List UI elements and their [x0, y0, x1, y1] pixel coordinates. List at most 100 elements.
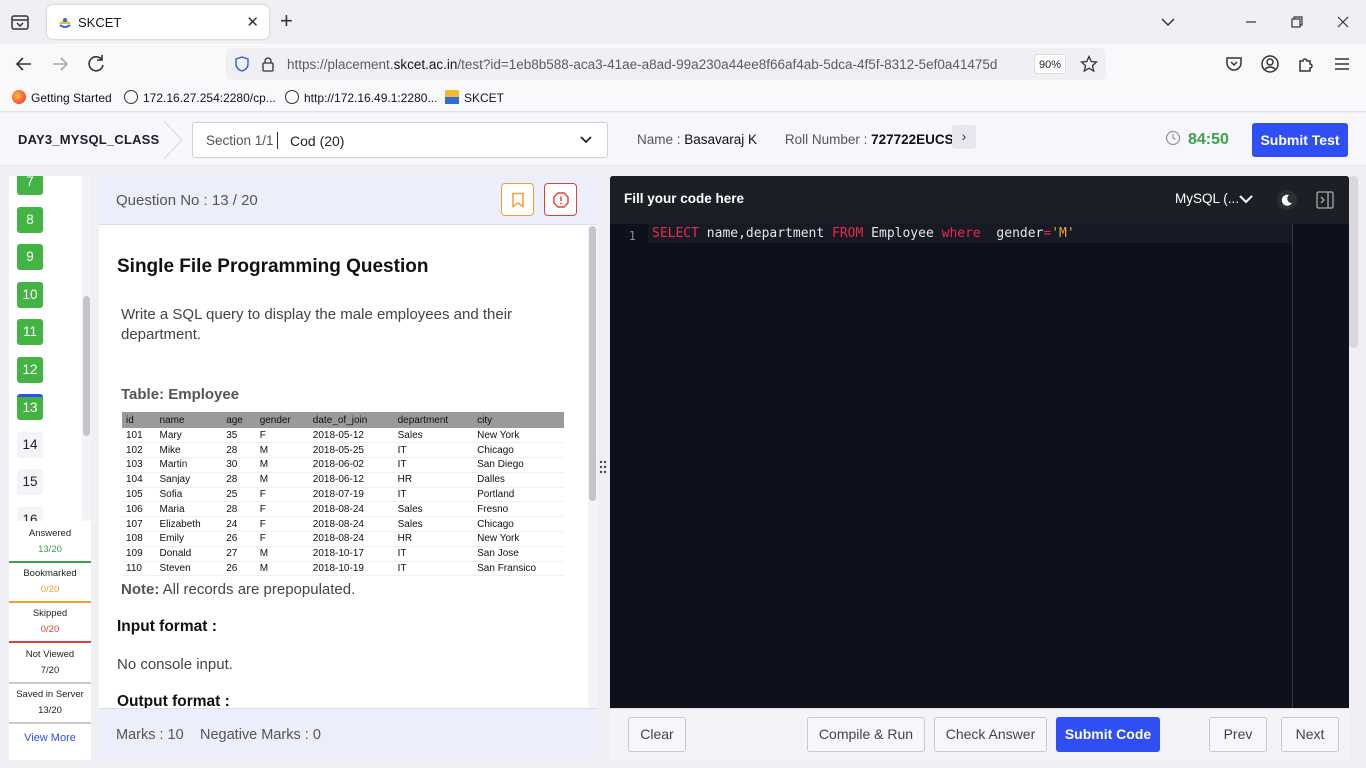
- table-cell: Portland: [473, 487, 564, 503]
- question-button-13[interactable]: 13: [17, 394, 43, 420]
- table-cell: Steven: [155, 561, 223, 577]
- code-token: where: [941, 226, 981, 241]
- table-cell: Sales: [393, 428, 474, 444]
- list-all-tabs-icon[interactable]: [1160, 14, 1176, 30]
- question-navigator: 7 8 9 10 11 12 13 14 15 16 Answered 13/20 Bookmarke…: [9, 176, 91, 760]
- table-cell: New York: [473, 428, 564, 444]
- question-list-scrollbar[interactable]: [82, 176, 91, 521]
- restore-icon[interactable]: [1289, 14, 1305, 30]
- table-cell: 35: [222, 428, 256, 444]
- view-more-link[interactable]: View More: [9, 732, 91, 744]
- table-cell: 26: [222, 561, 256, 577]
- table-cell: San Fransico: [473, 561, 564, 577]
- table-cell: M: [255, 472, 309, 488]
- question-button-14[interactable]: 14: [17, 432, 43, 458]
- tab-list-icon[interactable]: [10, 12, 30, 32]
- clear-button[interactable]: Clear: [628, 717, 686, 752]
- browser-nav-bar: https://placement.skcet.ac.in/test?id=1e…: [0, 44, 1366, 84]
- report-issue-button[interactable]: [544, 183, 577, 216]
- question-button-12[interactable]: 12: [17, 357, 43, 383]
- table-header-cell: city: [473, 412, 564, 428]
- table-cell: M: [255, 561, 309, 577]
- table-cell: Mike: [155, 442, 223, 459]
- table-title: Table: Employee: [121, 386, 240, 403]
- editor-footer: Clear Compile & Run Check Answer Submit …: [610, 708, 1349, 760]
- table-cell: New York: [473, 531, 564, 547]
- legend-count: 7/20: [40, 665, 60, 676]
- theme-toggle-button[interactable]: [1277, 190, 1297, 210]
- table-cell: Emily: [155, 531, 223, 547]
- bookmark-link-1[interactable]: 172.16.27.254:2280/cp...: [124, 90, 276, 105]
- question-button-16[interactable]: 16: [17, 507, 43, 521]
- page-scrollbar[interactable]: [1349, 176, 1358, 348]
- table-cell: 25: [222, 487, 256, 503]
- next-button[interactable]: Next: [1281, 717, 1339, 752]
- more-info-chevron-icon[interactable]: ›: [952, 125, 976, 149]
- submit-test-button[interactable]: Submit Test: [1252, 123, 1348, 157]
- check-answer-button[interactable]: Check Answer: [934, 717, 1047, 752]
- address-bar[interactable]: https://placement.skcet.ac.in/test?id=1e…: [226, 48, 1106, 80]
- code-token: 'M': [1051, 226, 1075, 241]
- prev-button[interactable]: Prev: [1209, 717, 1267, 752]
- account-icon[interactable]: [1258, 52, 1282, 76]
- minimize-icon[interactable]: [1243, 14, 1259, 30]
- language-select[interactable]: MySQL (...: [1175, 191, 1239, 206]
- url-text[interactable]: https://placement.skcet.ac.in/test?id=1e…: [287, 57, 1027, 72]
- code-token: gender: [980, 226, 1044, 241]
- forward-arrow-icon[interactable]: [48, 52, 72, 76]
- table-cell: Sales: [393, 516, 474, 533]
- question-button-10[interactable]: 10: [17, 282, 43, 308]
- back-arrow-icon[interactable]: [12, 52, 36, 76]
- table-row: 108 Emily 26 F 2018-08-24 HR New York: [122, 531, 564, 547]
- output-format-heading: Output format :: [117, 693, 230, 708]
- bookmark-getting-started[interactable]: Getting Started: [12, 90, 112, 105]
- roll-number: 727722EUCS: [871, 132, 954, 147]
- line-number: 1: [628, 228, 636, 243]
- close-window-icon[interactable]: [1335, 14, 1351, 30]
- question-scrollbar[interactable]: [588, 226, 597, 708]
- question-button-9[interactable]: 9: [17, 244, 43, 270]
- legend-item: Not Viewed 7/20: [9, 644, 91, 684]
- bookmark-link-2[interactable]: http://172.16.49.1:2280...: [285, 90, 437, 105]
- bookmark-skcet[interactable]: SKCET: [445, 90, 504, 105]
- resize-handle-icon[interactable]: [598, 460, 608, 474]
- bookmark-button[interactable]: [501, 183, 534, 216]
- pocket-icon[interactable]: [1222, 52, 1246, 76]
- lock-icon[interactable]: [261, 56, 275, 72]
- new-tab-icon[interactable]: +: [280, 9, 293, 33]
- shield-icon[interactable]: [234, 56, 250, 72]
- reload-icon[interactable]: [84, 52, 108, 76]
- code-input-area[interactable]: SELECT name,department FROM Employee whe…: [648, 224, 1292, 708]
- table-cell: IT: [393, 561, 474, 577]
- menu-hamburger-icon[interactable]: [1330, 52, 1354, 76]
- table-header-cell: id: [122, 412, 156, 428]
- table-cell: Elizabeth: [155, 516, 223, 533]
- collapse-panel-icon[interactable]: [1315, 190, 1335, 210]
- bookmark-icon: [512, 192, 524, 208]
- sql-code[interactable]: SELECT name,department FROM Employee whe…: [652, 226, 1075, 241]
- table-cell: F: [255, 531, 309, 547]
- table-row: 101 Mary 35 F 2018-05-12 Sales New York: [122, 428, 564, 444]
- legend-item: Saved in Server 13/20: [9, 684, 91, 724]
- zoom-level[interactable]: 90%: [1034, 54, 1066, 74]
- submit-code-button[interactable]: Submit Code: [1056, 717, 1160, 752]
- active-code-line[interactable]: SELECT name,department FROM Employee whe…: [648, 224, 1292, 243]
- section-dropdown[interactable]: Section 1/1 Cod (20): [192, 122, 608, 158]
- extensions-icon[interactable]: [1294, 52, 1318, 76]
- input-format-heading: Input format :: [117, 618, 217, 635]
- question-button-7[interactable]: 7: [17, 176, 43, 195]
- tab-close-icon[interactable]: ✕: [246, 13, 259, 31]
- table-cell: 2018-05-25: [308, 442, 394, 459]
- question-button-8[interactable]: 8: [17, 207, 43, 233]
- question-button-15[interactable]: 15: [17, 469, 43, 495]
- browser-tab[interactable]: SKCET ✕: [47, 5, 269, 39]
- tab-title: SKCET: [78, 15, 122, 30]
- table-row: 107 Elizabeth 24 F 2018-08-24 Sales Chicago: [122, 516, 564, 533]
- star-bookmark-icon[interactable]: [1080, 55, 1098, 73]
- question-button-11[interactable]: 11: [17, 319, 43, 345]
- compile-run-button[interactable]: Compile & Run: [807, 717, 925, 752]
- table-cell: 28: [222, 442, 256, 459]
- skcet-favicon-icon: [59, 18, 71, 28]
- chevron-down-icon[interactable]: [1238, 191, 1254, 207]
- note-text: Note: All records are prepopulated.: [121, 581, 356, 598]
